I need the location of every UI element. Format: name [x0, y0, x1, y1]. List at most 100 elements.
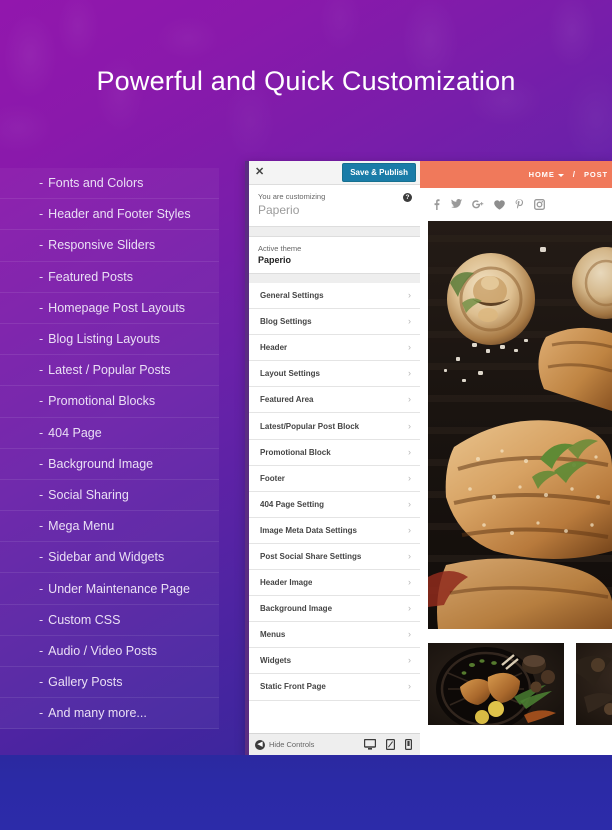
- pinterest-icon[interactable]: [515, 199, 524, 210]
- list-bullet: -: [39, 612, 44, 627]
- feature-list-item: - And many more...: [0, 698, 219, 730]
- page-title: Powerful and Quick Customization: [96, 66, 516, 96]
- customizer-section-label: Background Image: [260, 604, 333, 614]
- chevron-right-icon: ›: [408, 446, 411, 457]
- preview-social-bar: [420, 188, 612, 221]
- customizer-section-promotional-block[interactable]: Promotional Block ›: [249, 439, 420, 466]
- page-root: Powerful and Quick Customization - Fonts …: [0, 0, 612, 830]
- active-theme-block[interactable]: Active theme Paperio: [249, 236, 420, 274]
- feature-list-item-label: Mega Menu: [48, 519, 115, 534]
- customizer-section-image-meta-data-settings[interactable]: Image Meta Data Settings ›: [249, 517, 420, 544]
- feature-list-item: - Custom CSS: [0, 604, 219, 636]
- customizer-section-404-page-setting[interactable]: 404 Page Setting ›: [249, 491, 420, 518]
- preview-site-nav: HOME / POST: [420, 161, 612, 188]
- chevron-down-icon: [557, 173, 564, 177]
- customizer-section-header[interactable]: Header ›: [249, 335, 420, 362]
- feature-list-item: - Header and Footer Styles: [0, 199, 219, 231]
- close-icon[interactable]: ✕: [255, 167, 264, 178]
- save-and-publish-button[interactable]: Save & Publish: [342, 163, 416, 182]
- chevron-right-icon: ›: [408, 603, 411, 614]
- customizer-footer: ◀ Hide Controls: [249, 733, 420, 755]
- feature-list-item-label: Background Image: [48, 456, 154, 471]
- feature-list-item: - Under Maintenance Page: [0, 573, 219, 605]
- customizer-section-static-front-page[interactable]: Static Front Page ›: [249, 674, 420, 701]
- list-bullet: -: [39, 300, 44, 315]
- chevron-right-icon: ›: [408, 394, 411, 405]
- customizer-section-label: Header Image: [260, 578, 313, 588]
- customizer-section-latest-popular-post-block[interactable]: Latest/Popular Post Block ›: [249, 413, 420, 440]
- hide-controls-button[interactable]: ◀ Hide Controls: [255, 739, 315, 750]
- chevron-right-icon: ›: [408, 655, 411, 666]
- chevron-right-icon: ›: [408, 550, 411, 561]
- feature-list-item: - Promotional Blocks: [0, 386, 219, 418]
- customizer-section-footer[interactable]: Footer ›: [249, 465, 420, 492]
- feature-list-item: - Featured Posts: [0, 261, 219, 293]
- post-thumbnail-1[interactable]: [428, 643, 564, 725]
- feature-list-item-label: Sidebar and Widgets: [48, 550, 165, 565]
- feature-list-item-label: Featured Posts: [48, 269, 133, 284]
- feature-list-item-label: Header and Footer Styles: [48, 207, 191, 222]
- customizer-section-widgets[interactable]: Widgets ›: [249, 648, 420, 675]
- hide-controls-label: Hide Controls: [269, 740, 315, 749]
- help-icon[interactable]: ?: [403, 193, 412, 202]
- customizer-section-background-image[interactable]: Background Image ›: [249, 596, 420, 623]
- desktop-view-icon[interactable]: [364, 739, 376, 750]
- mobile-view-icon[interactable]: [405, 739, 412, 750]
- list-bullet: -: [39, 675, 44, 690]
- customizer-section-blog-settings[interactable]: Blog Settings ›: [249, 309, 420, 336]
- customizer-section-post-social-share-settings[interactable]: Post Social Share Settings ›: [249, 543, 420, 571]
- customizer-section-layout-settings[interactable]: Layout Settings ›: [249, 361, 420, 388]
- customizer-section-label: Blog Settings: [260, 317, 312, 327]
- nav-item-home[interactable]: HOME: [529, 170, 564, 179]
- bottom-background-band: [0, 755, 612, 830]
- chevron-right-icon: ›: [408, 472, 411, 483]
- list-bullet: -: [39, 238, 44, 253]
- list-bullet: -: [39, 363, 44, 378]
- feature-list-item-label: Responsive Sliders: [48, 238, 156, 253]
- chevron-right-icon: ›: [408, 498, 411, 509]
- list-bullet: -: [39, 487, 44, 502]
- feature-list-item-label: Fonts and Colors: [48, 176, 144, 191]
- customizer-section-label: Promotional Block: [260, 447, 331, 457]
- post-thumbnail-2[interactable]: [576, 643, 612, 725]
- customizer-section-featured-area[interactable]: Featured Area ›: [249, 387, 420, 414]
- nav-separator: /: [572, 170, 575, 179]
- instagram-icon[interactable]: [534, 199, 545, 210]
- recent-posts-thumbnails: [420, 629, 612, 725]
- tablet-view-icon[interactable]: [386, 739, 395, 750]
- grilled-food-photo: [428, 221, 612, 629]
- list-bullet: -: [39, 581, 44, 596]
- customizer-section-general-settings[interactable]: General Settings ›: [249, 283, 420, 310]
- feature-list-item: - Background Image: [0, 448, 219, 480]
- featured-post-image[interactable]: [428, 221, 612, 629]
- list-bullet: -: [39, 207, 44, 222]
- chevron-right-icon: ›: [408, 681, 411, 692]
- bloglovin-heart-icon[interactable]: [494, 199, 505, 210]
- twitter-icon[interactable]: [451, 199, 462, 210]
- google-plus-icon[interactable]: [472, 199, 484, 210]
- soup-bowl-photo: [576, 643, 612, 725]
- panel-spacer-2: [249, 274, 420, 283]
- customizer-section-header-image[interactable]: Header Image ›: [249, 570, 420, 597]
- nav-item-post[interactable]: POST: [584, 170, 608, 179]
- list-bullet: -: [39, 550, 44, 565]
- feature-list-item-label: And many more...: [48, 706, 147, 721]
- list-bullet: -: [39, 643, 44, 658]
- customizer-section-menus[interactable]: Menus ›: [249, 622, 420, 649]
- list-bullet: -: [39, 706, 44, 721]
- feature-list-item: - Mega Menu: [0, 511, 219, 543]
- facebook-icon[interactable]: [432, 199, 441, 210]
- customizing-theme-name: Paperio: [258, 203, 300, 217]
- customizer-section-label: Widgets: [260, 656, 292, 666]
- feature-list-item: - Audio / Video Posts: [0, 635, 219, 667]
- chevron-right-icon: ›: [408, 316, 411, 327]
- customizing-header: You are customizing Paperio ?: [249, 185, 420, 227]
- feature-list-item-label: Latest / Popular Posts: [48, 363, 171, 378]
- list-bullet: -: [39, 519, 44, 534]
- customizer-screenshot: ✕ Save & Publish You are customizing Pap…: [245, 161, 612, 755]
- list-bullet: -: [39, 456, 44, 471]
- feature-list-item-label: Social Sharing: [48, 487, 129, 502]
- customizing-label: You are customizing: [258, 192, 326, 201]
- feature-list-item: - Latest / Popular Posts: [0, 355, 219, 387]
- customizer-section-list: General Settings › Blog Settings › Header › La…: [249, 283, 420, 733]
